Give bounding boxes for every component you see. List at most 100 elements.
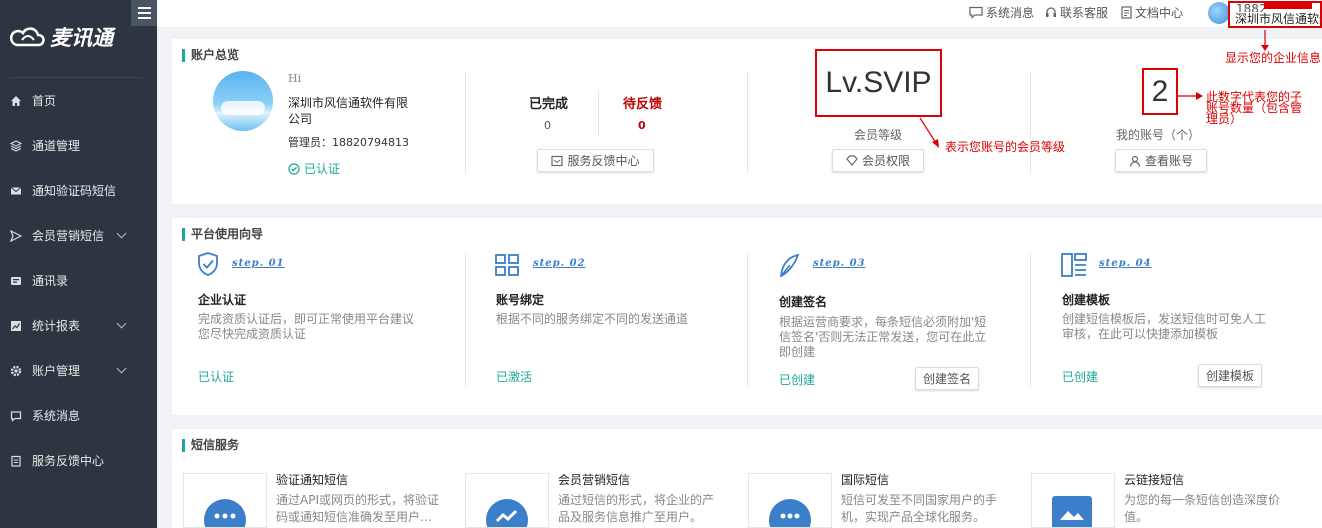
service-icon-box (748, 473, 832, 528)
system-messages-link[interactable]: 系统消息 (969, 4, 1034, 21)
contact-card-icon (10, 275, 22, 287)
member-rights-button[interactable]: 会员权限 (832, 149, 924, 172)
chat-bubble-icon (769, 499, 811, 527)
divider (465, 71, 466, 173)
step-status[interactable]: 已激活 (496, 368, 532, 385)
service-name: 会员营销短信 (558, 473, 631, 487)
member-level-label: 会员等级 (854, 128, 903, 142)
divider (1030, 71, 1031, 173)
account-overview-title: 账户总览 (182, 49, 239, 62)
sidebar-item-contacts[interactable]: 通讯录 (0, 258, 157, 303)
user-icon (1129, 155, 1141, 167)
verified-status: 已认证 (288, 160, 340, 177)
system-messages-label: 系统消息 (986, 6, 1035, 20)
chevron-down-icon (116, 228, 127, 239)
send-icon (10, 229, 22, 242)
account-admin: 管理员：18820794813 (288, 136, 409, 149)
step-number: step. 04 (1099, 258, 1152, 269)
sidebar-item-label: 通讯录 (32, 274, 69, 288)
sidebar-item-feedback[interactable]: 服务反馈中心 (0, 438, 157, 483)
brand-logo[interactable]: 麦讯通 (10, 22, 113, 52)
service-description: 短信可发至不同国家用户的手机，实现产品全球化服务。 (841, 493, 998, 524)
create-signature-button[interactable]: 创建签名 (915, 367, 979, 390)
step-status[interactable]: 已认证 (198, 368, 234, 385)
account-company-name: 深圳市风信通软件有限公司 (288, 96, 409, 126)
contact-support-link[interactable]: 联系客服 (1045, 4, 1108, 21)
member-level-box: Lv.SVIP (815, 49, 942, 117)
service-name: 国际短信 (841, 473, 890, 487)
divider (1030, 254, 1031, 386)
docs-center-link[interactable]: 文档中心 (1121, 4, 1183, 21)
pending-value: 0 (638, 119, 646, 132)
platform-guide-title: 平台使用向导 (182, 228, 263, 241)
service-description: 通过短信的形式，将企业的产品及服务信息推广至用户。 (558, 493, 715, 524)
step-description: 创建短信模板后，发送短信时可免人工审核，在此可以快捷添加模板 (1062, 312, 1267, 341)
mail-icon (10, 185, 22, 197)
chevron-down-icon (116, 318, 127, 329)
sidebar-item-home[interactable]: 首页 (0, 78, 157, 123)
account-overview-panel: 账户总览 Hi 深圳市风信通软件有限公司 管理员：18820794813 已认证… (172, 39, 1322, 204)
sidebar-item-label: 通知验证码短信 (32, 184, 117, 198)
step-title: 账号绑定 (496, 293, 545, 307)
member-rights-label: 会员权限 (861, 154, 910, 168)
sidebar-item-notification-sms[interactable]: 通知验证码短信 (0, 168, 157, 213)
create-signature-label: 创建签名 (922, 372, 971, 386)
create-template-button[interactable]: 创建模板 (1198, 364, 1262, 387)
document-icon (1121, 6, 1132, 19)
sub-account-count: 2 (1151, 74, 1169, 108)
feedback-center-button[interactable]: 服务反馈中心 (537, 149, 654, 172)
step-status[interactable]: 已创建 (1062, 368, 1098, 385)
brand-name: 麦讯通 (50, 25, 113, 50)
sidebar-item-channels[interactable]: 通道管理 (0, 123, 157, 168)
step-status[interactable]: 已创建 (779, 371, 815, 388)
menu-toggle-button[interactable] (131, 0, 157, 26)
user-avatar[interactable] (1208, 2, 1230, 24)
completed-label: 已完成 (529, 97, 569, 112)
docs-center-label: 文档中心 (1135, 6, 1184, 20)
sidebar-item-label: 首页 (32, 94, 57, 108)
sidebar-item-label: 系统消息 (32, 409, 81, 423)
sub-account-count-box: 2 (1142, 68, 1178, 115)
sidebar: 麦讯通 首页 通道管理 通知验证码短信 会员营销短信 通讯录 统计报表 账户管理… (0, 0, 157, 528)
sidebar-menu: 首页 通道管理 通知验证码短信 会员营销短信 通讯录 统计报表 账户管理 系统消… (0, 78, 157, 483)
verified-label: 已认证 (304, 162, 341, 176)
annotation-member-level: 表示您账号的会员等级 (945, 140, 1066, 154)
feedback-icon (551, 155, 564, 166)
sidebar-item-marketing-sms[interactable]: 会员营销短信 (0, 213, 157, 258)
view-accounts-button[interactable]: 查看账号 (1115, 149, 1207, 172)
sidebar-item-account[interactable]: 账户管理 (0, 348, 157, 393)
message-icon (969, 6, 983, 19)
check-circle-icon (288, 162, 300, 175)
feedback-center-label: 服务反馈中心 (567, 154, 640, 168)
sidebar-item-reports[interactable]: 统计报表 (0, 303, 157, 348)
shield-check-icon (198, 252, 218, 276)
my-accounts-label: 我的账号（个） (1116, 128, 1201, 142)
divider (465, 254, 466, 386)
step-description: 根据运营商要求，每条短信必须附加'短信签名'否则无法正常发送，您可在此立即创建 (779, 315, 987, 359)
divider (747, 71, 748, 173)
home-icon (10, 95, 22, 107)
step-description: 完成资质认证后，即可正常使用平台建议您尽快完成资质认证 (198, 312, 415, 341)
gear-icon (10, 365, 22, 377)
sidebar-item-label: 通道管理 (32, 139, 81, 153)
platform-guide-panel: 平台使用向导 step. 01 企业认证 完成资质认证后，即可正常使用平台建议您… (172, 218, 1322, 415)
step-description: 根据不同的服务绑定不同的发送通道 (496, 312, 689, 326)
clipboard-icon (10, 455, 22, 467)
service-description: 通过API或网页的形式，将验证码或通知短信准确发至用户… (276, 493, 439, 524)
step-title: 创建模板 (1062, 293, 1111, 307)
diamond-icon (846, 155, 858, 166)
pending-label: 待反馈 (623, 97, 663, 112)
quill-icon (779, 253, 800, 278)
user-info-box[interactable]: 1882 深圳市风信通软件 (1228, 1, 1322, 28)
redaction-mark (1264, 3, 1312, 9)
contact-support-label: 联系客服 (1060, 6, 1109, 20)
template-layout-icon (1061, 253, 1087, 277)
step-number: step. 01 (232, 258, 285, 269)
headset-icon (1046, 7, 1056, 17)
sidebar-item-system-messages[interactable]: 系统消息 (0, 393, 157, 438)
sms-services-panel: 短信服务 验证通知短信 通过API或网页的形式，将验证码或通知短信准确发至用户…… (172, 429, 1322, 528)
service-name: 云链接短信 (1124, 473, 1185, 487)
sidebar-item-label: 会员营销短信 (32, 229, 105, 243)
cloud-logo-icon (10, 27, 45, 47)
step-title: 企业认证 (198, 293, 247, 307)
